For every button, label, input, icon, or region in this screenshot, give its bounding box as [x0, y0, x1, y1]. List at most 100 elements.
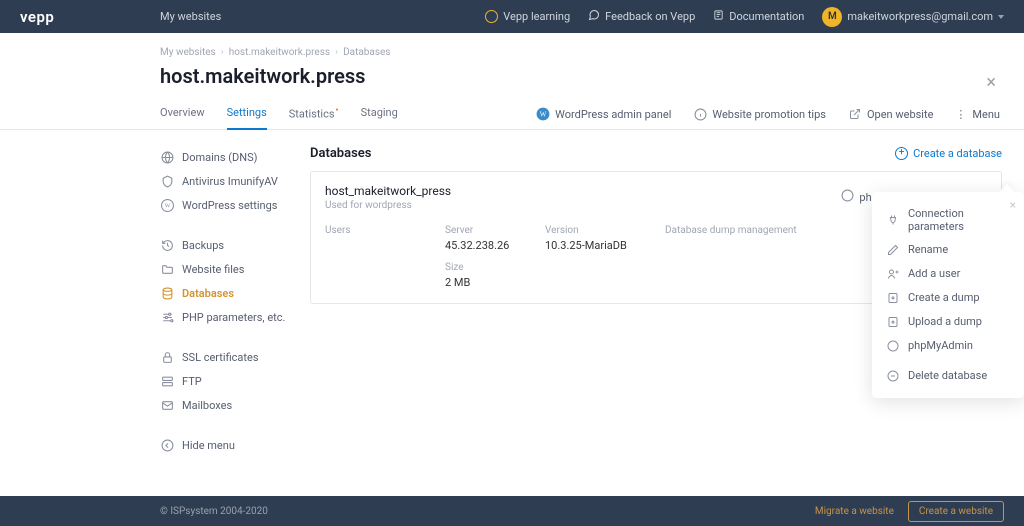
breadcrumb-databases[interactable]: Databases	[343, 47, 390, 58]
panel-title: Databases	[310, 146, 371, 161]
migrate-website-link[interactable]: Migrate a website	[815, 506, 894, 517]
sidebar-item-files[interactable]: Website files	[160, 258, 310, 282]
sidebar-label: PHP parameters, etc.	[182, 311, 285, 324]
chat-icon	[588, 9, 600, 24]
wp-admin-label: WordPress admin panel	[555, 108, 671, 121]
menu-delete-database[interactable]: Delete database	[872, 364, 1024, 388]
menu-phpmyadmin[interactable]: phpMyAdmin	[872, 334, 1024, 358]
breadcrumb-sep: ›	[221, 47, 224, 58]
nav-feedback-label: Feedback on Vepp	[605, 10, 695, 23]
open-website-label: Open website	[867, 108, 933, 121]
info-icon	[693, 107, 707, 121]
shield-icon	[160, 175, 174, 189]
menu-upload-dump[interactable]: Upload a dump	[872, 310, 1024, 334]
col-size-value: 2 MB	[445, 276, 545, 289]
topbar: vepp My websites Vepp learning Feedback …	[0, 0, 1024, 33]
breadcrumb: My websites › host.makeitwork.press › Da…	[160, 33, 1024, 64]
menu-item-label: Add a user	[908, 267, 960, 280]
col-server-label: Server	[445, 225, 545, 236]
sidebar-label: Domains (DNS)	[182, 151, 257, 164]
create-website-button[interactable]: Create a website	[908, 501, 1004, 522]
download-icon	[886, 291, 900, 305]
sidebar-label: SSL certificates	[182, 351, 259, 364]
sidebar-item-backups[interactable]: Backups	[160, 234, 310, 258]
phpmyadmin-icon	[841, 189, 854, 205]
close-button[interactable]: ×	[986, 72, 996, 93]
chevron-down-icon	[998, 15, 1004, 19]
sidebar-item-php[interactable]: PHP parameters, etc.	[160, 306, 310, 330]
breadcrumb-my-websites[interactable]: My websites	[160, 47, 216, 58]
sidebar-label: Website files	[182, 263, 244, 276]
nav-learning[interactable]: Vepp learning	[485, 10, 570, 23]
learning-ring-icon	[485, 10, 498, 23]
wordpress-icon: W	[536, 107, 550, 121]
footer-copyright: © ISPsystem 2004-2020	[160, 506, 268, 517]
menu-item-label: Upload a dump	[908, 315, 982, 328]
nav-learning-label: Vepp learning	[503, 10, 570, 23]
sidebar-item-antivirus[interactable]: Antivirus ImunifyAV	[160, 170, 310, 194]
tab-statistics[interactable]: Statistics•	[289, 100, 339, 129]
sidebar-item-mailboxes[interactable]: Mailboxes	[160, 394, 310, 418]
menu-item-label: phpMyAdmin	[908, 339, 973, 352]
sidebar-item-domains[interactable]: Domains (DNS)	[160, 146, 310, 170]
menu-connection-params[interactable]: Connection parameters	[872, 202, 1024, 238]
database-icon	[160, 287, 174, 301]
wp-admin-link[interactable]: W WordPress admin panel	[536, 107, 671, 121]
collapse-icon	[160, 439, 174, 453]
menu-add-user[interactable]: Add a user	[872, 262, 1024, 286]
menu-rename[interactable]: Rename	[872, 238, 1024, 262]
sidebar-label: Databases	[182, 287, 234, 300]
sidebar: Domains (DNS) Antivirus ImunifyAV W Word…	[160, 146, 310, 474]
plug-icon	[886, 213, 900, 227]
history-icon	[160, 239, 174, 253]
phpmyadmin-icon	[886, 339, 900, 353]
menu-create-dump[interactable]: Create a dump	[872, 286, 1024, 310]
nav-documentation-label: Documentation	[729, 10, 804, 23]
promo-label: Website promotion tips	[712, 108, 826, 121]
external-link-icon	[848, 107, 862, 121]
col-version-label: Version	[545, 225, 665, 236]
sidebar-item-ssl[interactable]: SSL certificates	[160, 346, 310, 370]
trash-icon	[886, 369, 900, 383]
menu-item-label: Connection parameters	[908, 207, 1010, 233]
nav-account[interactable]: M makeitworkpress@gmail.com	[822, 7, 1004, 27]
tab-staging[interactable]: Staging	[361, 100, 398, 129]
server-icon	[160, 375, 174, 389]
hide-menu-button[interactable]: Hide menu	[160, 434, 310, 458]
col-dump-label: Database dump management	[665, 225, 825, 236]
create-database-button[interactable]: + Create a database	[895, 147, 1002, 160]
sidebar-label: Backups	[182, 239, 224, 252]
user-plus-icon	[886, 267, 900, 281]
svg-text:W: W	[164, 204, 170, 210]
sidebar-label: WordPress settings	[182, 199, 278, 212]
nav-documentation[interactable]: Documentation	[713, 9, 804, 24]
tab-settings[interactable]: Settings	[227, 100, 267, 129]
footer: © ISPsystem 2004-2020 Migrate a website …	[0, 496, 1024, 526]
tab-menu-label: Menu	[972, 108, 1000, 121]
tab-statistics-label: Statistics	[289, 108, 335, 121]
sidebar-label: Antivirus ImunifyAV	[182, 175, 278, 188]
wordpress-icon: W	[160, 199, 174, 213]
kebab-icon: ⋮	[955, 108, 967, 121]
database-desc: Used for wordpress	[325, 200, 451, 211]
sidebar-item-wpsettings[interactable]: W WordPress settings	[160, 194, 310, 218]
promo-tips-link[interactable]: Website promotion tips	[693, 107, 826, 121]
lock-icon	[160, 351, 174, 365]
breadcrumb-host[interactable]: host.makeitwork.press	[229, 47, 330, 58]
logo: vepp	[20, 8, 160, 26]
nav-my-websites[interactable]: My websites	[160, 10, 221, 23]
mail-icon	[160, 399, 174, 413]
nav-feedback[interactable]: Feedback on Vepp	[588, 9, 695, 24]
sidebar-item-databases[interactable]: Databases	[160, 282, 310, 306]
svg-text:W: W	[540, 111, 547, 119]
page-title: host.makeitwork.press	[160, 64, 365, 100]
tab-overview[interactable]: Overview	[160, 100, 205, 129]
edit-icon	[886, 243, 900, 257]
popover-close-icon[interactable]: ×	[1010, 198, 1016, 212]
tab-menu-button[interactable]: ⋮ Menu	[955, 108, 1000, 121]
open-website-link[interactable]: Open website	[848, 107, 933, 121]
sidebar-item-ftp[interactable]: FTP	[160, 370, 310, 394]
avatar: M	[822, 7, 842, 27]
plus-icon: +	[895, 147, 908, 160]
card-menu-popover: × Connection parameters Rename Add a use…	[872, 192, 1024, 398]
